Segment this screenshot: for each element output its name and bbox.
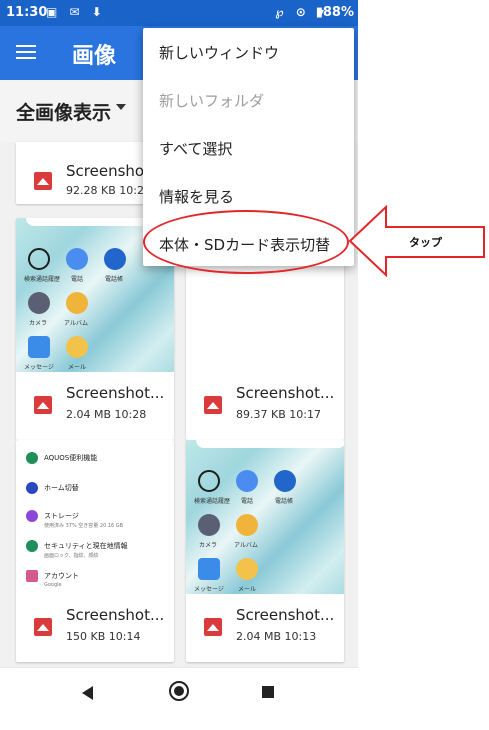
- app-thumb-icon: [236, 514, 258, 536]
- app-thumb-icon: [274, 470, 296, 492]
- status-bar: 11:30 ▣ ✉ ⬇ ℘ ⊙ ▾ ▮88%: [0, 0, 358, 26]
- app-thumb-label: 電話帳: [275, 498, 294, 505]
- menu-item-new-window[interactable]: 新しいウィンドウ: [159, 42, 279, 63]
- file-name: Screenshot...: [66, 606, 165, 624]
- phone-screen: 11:30 ▣ ✉ ⬇ ℘ ⊙ ▾ ▮88% 画像 全画像表示 Screensh…: [0, 0, 358, 710]
- app-thumb-icon: [104, 248, 126, 270]
- file-meta: 92.28 KB 10:29: [66, 184, 151, 197]
- app-thumb-icon: [28, 248, 50, 270]
- app-thumb-label: アルバム: [234, 542, 258, 549]
- app-thumb-label: カメラ: [29, 320, 48, 327]
- file-meta: 2.04 MB 10:13: [236, 630, 317, 643]
- chevron-down-icon[interactable]: [116, 104, 126, 110]
- menu-item-new-folder: 新しいフォルダ: [159, 92, 265, 110]
- app-thumb-label: 電話: [71, 276, 84, 283]
- status-time: 11:30: [6, 5, 48, 20]
- settings-row-label: アカウント: [44, 572, 79, 580]
- settings-row-label: ストレージ: [44, 512, 79, 520]
- back-icon[interactable]: [82, 686, 93, 700]
- app-thumb-label: アルバム: [64, 320, 88, 327]
- app-thumb-icon: [198, 470, 220, 492]
- app-thumb-label: メッセージ: [24, 364, 54, 371]
- filter-dropdown[interactable]: 全画像表示: [16, 98, 111, 125]
- callout-label: タップ: [409, 236, 442, 249]
- recents-icon[interactable]: [262, 686, 274, 698]
- app-thumb-icon: [66, 292, 88, 314]
- image-file-icon: [204, 396, 222, 414]
- app-thumb-icon: [198, 514, 220, 536]
- highlight-ellipse: [143, 210, 349, 274]
- app-thumb-icon: [66, 336, 88, 358]
- app-thumb-label: 電話: [241, 498, 254, 505]
- app-thumb-label: メール: [238, 586, 257, 593]
- settings-row-label: AQUOS便利機能: [44, 454, 98, 462]
- file-card[interactable]: AQUOS便利機能 ホーム切替 ストレージ 使用済み 37% 空き容量 20.1…: [16, 440, 174, 662]
- image-file-icon: [34, 172, 52, 190]
- app-thumb-label: 検索通話履歴: [194, 498, 231, 505]
- app-thumb-icon: [236, 558, 258, 580]
- app-thumb-icon: [28, 292, 50, 314]
- settings-row-sub: 使用済み 37% 空き容量 20.16 GB: [44, 523, 124, 529]
- settings-row-label: ホーム切替: [44, 484, 79, 492]
- app-title: 画像: [72, 44, 117, 69]
- menu-item-select-all[interactable]: すべて選択: [159, 138, 232, 159]
- image-file-icon: [204, 618, 222, 636]
- app-thumb-icon: [28, 336, 50, 358]
- file-card[interactable]: 検索通話履歴 電話 電話帳 カメラ アルバム メッセージ メール Screens…: [186, 440, 344, 662]
- menu-item-info[interactable]: 情報を見る: [159, 186, 234, 207]
- image-file-icon: [34, 618, 52, 636]
- settings-row-label: セキュリティと現在地情報: [44, 542, 128, 550]
- thumbnail: 検索通話履歴 電話 電話帳 カメラ アルバム メッセージ メール: [186, 440, 344, 596]
- notification-icons: ▣ ✉ ⬇: [46, 5, 106, 19]
- file-meta: 89.37 KB 10:17: [236, 408, 321, 421]
- settings-row-sub: Google: [44, 582, 62, 588]
- thumbnail: AQUOS便利機能 ホーム切替 ストレージ 使用済み 37% 空き容量 20.1…: [16, 440, 174, 596]
- file-meta: 2.04 MB 10:28: [66, 408, 147, 421]
- menu-icon[interactable]: [16, 41, 36, 65]
- file-name: Screenshot...: [66, 384, 165, 402]
- app-thumb-label: メール: [68, 364, 87, 371]
- battery-indicator: ▮88%: [315, 5, 354, 20]
- image-file-icon: [34, 396, 52, 414]
- app-thumb-label: カメラ: [199, 542, 218, 549]
- app-thumb-icon: [198, 558, 220, 580]
- settings-row-sub: 画面ロック、指紋、顔紋: [44, 553, 99, 559]
- app-thumb-label: 検索通話履歴: [24, 276, 61, 283]
- file-name: Screenshot...: [236, 384, 335, 402]
- home-icon[interactable]: [169, 681, 189, 701]
- app-thumb-label: メッセージ: [194, 586, 224, 593]
- file-meta: 150 KB 10:14: [66, 630, 141, 643]
- app-thumb-icon: [236, 470, 258, 492]
- app-thumb-icon: [66, 248, 88, 270]
- file-name: Screenshot...: [236, 606, 335, 624]
- system-nav-bar: [0, 667, 358, 710]
- app-thumb-label: 電話帳: [105, 276, 124, 283]
